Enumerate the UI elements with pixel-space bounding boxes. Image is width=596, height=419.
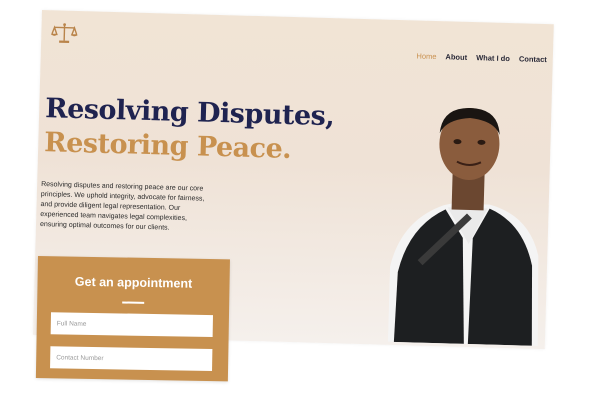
screenshot-stage: Home About What I do Contact Resolving D… xyxy=(0,0,596,419)
full-name-input[interactable] xyxy=(50,312,213,338)
headline-line-1: Resolving Disputes, xyxy=(44,93,335,133)
lawyer-portrait-photo xyxy=(387,107,539,346)
nav-item-what-i-do[interactable]: What I do xyxy=(476,53,510,63)
headline-line-2: Restoring Peace. xyxy=(43,127,292,166)
appointment-title: Get an appointment xyxy=(74,274,193,291)
nav-item-contact[interactable]: Contact xyxy=(519,54,547,64)
main-nav: Home About What I do Contact xyxy=(416,51,547,64)
title-divider xyxy=(122,301,145,304)
nav-item-home[interactable]: Home xyxy=(416,51,436,61)
hero-headline: Resolving Disputes, Restoring Peace. xyxy=(44,92,335,168)
contact-number-input[interactable] xyxy=(50,346,213,372)
hero-description: Resolving disputes and restoring peace a… xyxy=(39,181,205,232)
nav-item-about[interactable]: About xyxy=(445,52,467,62)
scales-of-justice-icon[interactable] xyxy=(51,22,78,45)
appointment-form: Get an appointment xyxy=(35,256,230,382)
